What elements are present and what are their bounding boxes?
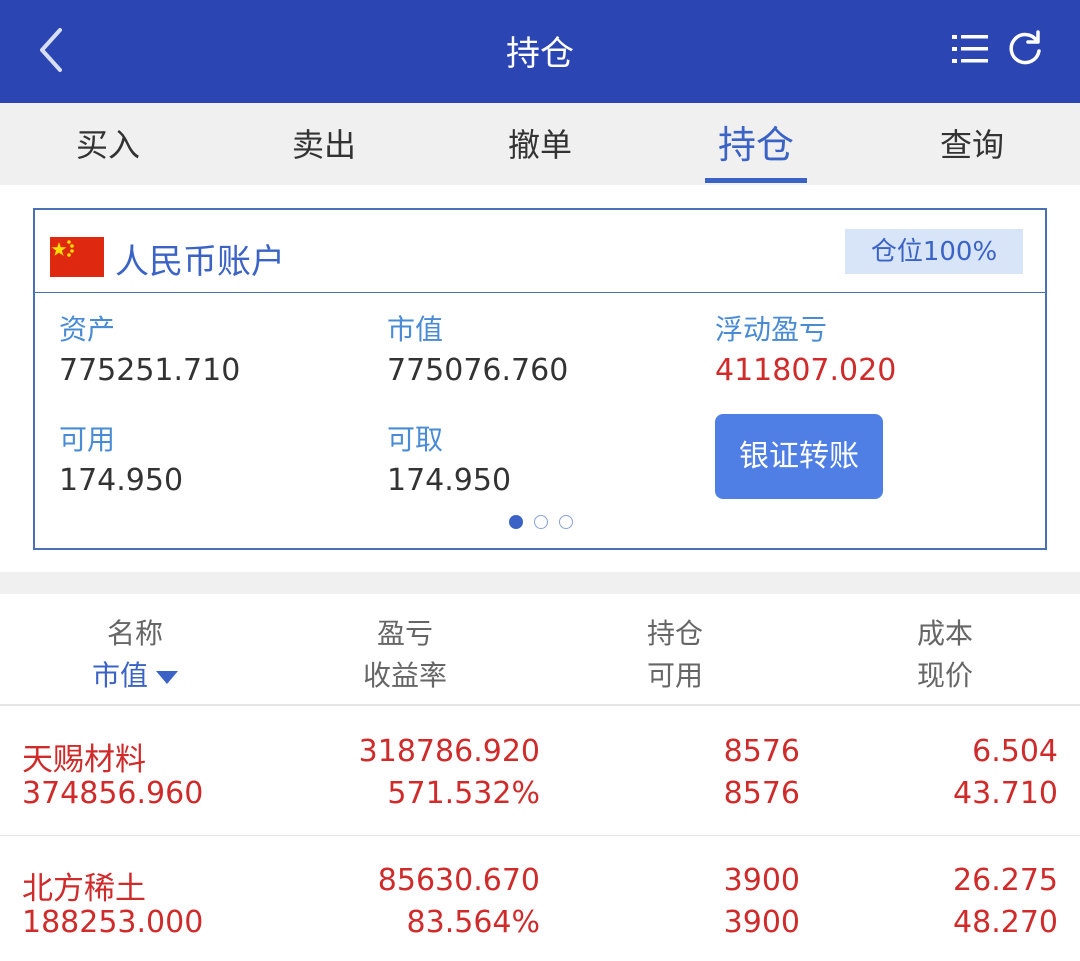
header-name[interactable]: 名称 xyxy=(35,612,235,652)
list-icon[interactable] xyxy=(950,31,990,67)
page-dot-2[interactable] xyxy=(534,515,548,529)
account-name: 人民币账户 xyxy=(115,242,285,282)
stock-price: 43.710 xyxy=(953,776,1058,811)
holdings-table-header: 名称 市值 盈亏 收益率 持仓 可用 成本 现价 xyxy=(0,594,1080,704)
china-flag-icon xyxy=(50,237,104,277)
header-pl[interactable]: 盈亏 xyxy=(305,612,505,652)
stock-cost: 6.504 xyxy=(972,734,1058,769)
header-available[interactable]: 可用 xyxy=(575,654,775,694)
market-value-label: 市值 xyxy=(387,313,444,346)
stock-available: 8576 xyxy=(723,776,800,811)
stock-pl: 85630.670 xyxy=(377,863,540,898)
withdrawable-value: 174.950 xyxy=(387,463,512,498)
top-bar: 持仓 xyxy=(0,0,1080,103)
card-divider xyxy=(35,292,1045,293)
stock-position: 8576 xyxy=(723,734,800,769)
stock-cost: 26.275 xyxy=(953,863,1058,898)
stock-name: 天赐材料 xyxy=(22,742,146,778)
floating-pl-label: 浮动盈亏 xyxy=(715,313,828,346)
sort-desc-icon xyxy=(156,670,178,684)
available-label: 可用 xyxy=(59,423,116,456)
table-row[interactable]: 天赐材料 374856.960 318786.920 571.532% 8576… xyxy=(0,706,1080,834)
refresh-icon[interactable] xyxy=(1006,29,1044,69)
market-value-value: 775076.760 xyxy=(387,353,569,388)
header-position[interactable]: 持仓 xyxy=(575,612,775,652)
header-cost[interactable]: 成本 xyxy=(845,612,1045,652)
table-row[interactable]: 北方稀土 188253.000 85630.670 83.564% 3900 3… xyxy=(0,835,1080,961)
assets-label: 资产 xyxy=(59,313,116,346)
stock-pl: 318786.920 xyxy=(358,734,540,769)
tab-sell[interactable]: 卖出 xyxy=(216,103,432,185)
stock-market-value: 374856.960 xyxy=(22,776,204,811)
page-dot-3[interactable] xyxy=(559,515,573,529)
tab-cancel-order[interactable]: 撤单 xyxy=(432,103,648,185)
stock-return-rate: 571.532% xyxy=(387,776,540,811)
section-separator xyxy=(0,572,1080,594)
stock-position: 3900 xyxy=(723,863,800,898)
tab-buy[interactable]: 买入 xyxy=(0,103,216,185)
header-market-value: 市值 xyxy=(91,659,148,692)
trade-tabs: 买入 卖出 撤单 持仓 查询 xyxy=(0,103,1080,185)
header-market-value-sort[interactable]: 市值 xyxy=(35,654,235,694)
bank-transfer-button[interactable]: 银证转账 xyxy=(715,414,883,499)
tab-holdings[interactable]: 持仓 xyxy=(648,103,864,185)
tab-query[interactable]: 查询 xyxy=(864,103,1080,185)
page-title: 持仓 xyxy=(506,34,574,74)
available-value: 174.950 xyxy=(59,463,184,498)
account-card[interactable]: 人民币账户 仓位100% 资产 775251.710 市值 775076.760… xyxy=(33,208,1047,550)
stock-price: 48.270 xyxy=(953,905,1058,940)
stock-available: 3900 xyxy=(723,905,800,940)
header-return-rate[interactable]: 收益率 xyxy=(305,654,505,694)
page-dot-1[interactable] xyxy=(509,515,523,529)
floating-pl-value: 411807.020 xyxy=(715,353,897,388)
withdrawable-label: 可取 xyxy=(387,423,444,456)
stock-name: 北方稀土 xyxy=(22,871,146,907)
position-ratio-badge: 仓位100% xyxy=(845,229,1023,274)
assets-value: 775251.710 xyxy=(59,353,241,388)
stock-return-rate: 83.564% xyxy=(406,905,540,940)
stock-market-value: 188253.000 xyxy=(22,905,204,940)
active-tab-indicator xyxy=(705,178,807,183)
header-price[interactable]: 现价 xyxy=(845,654,1045,694)
